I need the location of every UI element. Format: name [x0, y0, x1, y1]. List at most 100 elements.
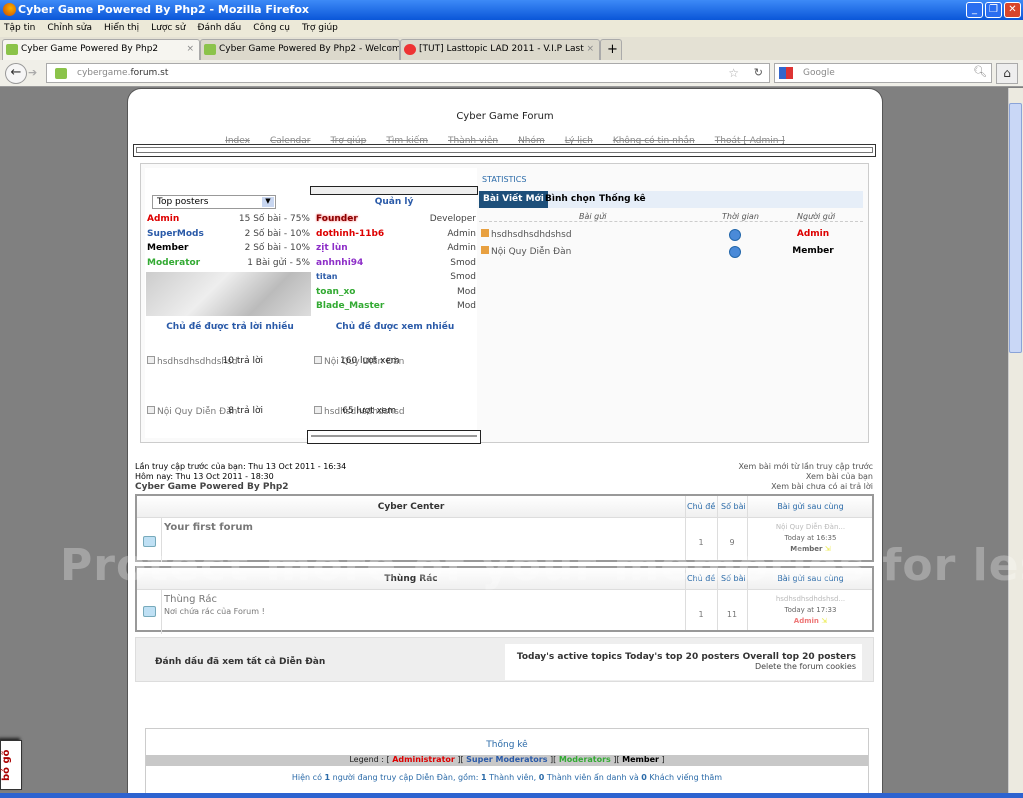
new-tab-button[interactable]: +	[600, 39, 622, 60]
today: Hôm nay: Thu 13 Oct 2011 - 18:30	[135, 472, 274, 481]
bookmark-star-icon[interactable]: ☆	[728, 66, 739, 80]
maximize-button[interactable]: ❐	[985, 2, 1002, 18]
topic-count: 10 trả lời	[222, 356, 263, 366]
back-button[interactable]: ←	[5, 63, 27, 84]
tab-new-posts[interactable]: Bài Viết Mới	[479, 191, 548, 208]
poster-name[interactable]: Admin	[147, 214, 179, 224]
menu-file[interactable]: Tập tin	[4, 23, 35, 33]
close-tab-icon[interactable]: ×	[386, 44, 394, 54]
t: Khách viếng thăm	[646, 773, 723, 782]
search-input[interactable]: Google 🔍︎	[774, 63, 992, 83]
t: Thành viên,	[486, 773, 539, 782]
tab-bar: Cyber Game Powered By Php2 × Cyber Game P…	[0, 37, 1023, 60]
forward-button[interactable]: ➔	[28, 66, 37, 79]
mark-read-link[interactable]: Đánh dấu đã xem tất cả Diễn Đàn	[155, 657, 325, 667]
forum-favicon-icon	[6, 44, 18, 55]
scrollbar-thumb[interactable]	[1009, 103, 1022, 353]
tab-polls[interactable]: Bình chọn	[545, 194, 595, 204]
tab-1[interactable]: Cyber Game Powered By Php2 ×	[2, 39, 200, 60]
pill-favicon-icon	[404, 44, 416, 55]
poster-name[interactable]: Member	[147, 243, 188, 253]
link-unanswered[interactable]: Xem bài chưa có ai trả lời	[640, 482, 873, 492]
close-tab-icon[interactable]: ×	[586, 44, 594, 54]
forum-favicon-icon	[55, 68, 67, 79]
most-replied-title: Chủ đề được trả lời nhiều	[166, 322, 294, 332]
goto-post-icon[interactable]: ⇲	[821, 617, 827, 625]
link-your-posts[interactable]: Xem bài của bạn	[640, 472, 873, 482]
forum-name[interactable]: Thùng Rác	[164, 594, 217, 605]
forum-name[interactable]: Your first forum	[164, 522, 253, 533]
legend-smod[interactable]: Super Moderators	[466, 755, 547, 764]
staff-name[interactable]: titan	[316, 272, 337, 281]
menu-bar: Tập tin Chỉnh sửa Hiển thị Lược sử Đánh dấu C…	[0, 20, 1023, 37]
reload-icon[interactable]: ↻	[754, 66, 763, 79]
nav-bar: ← ➔ cybergame.forum.st ☆ ↻ Google 🔍︎ ⌂	[0, 60, 1023, 87]
staff-name[interactable]: dothinh-11b6	[316, 229, 384, 239]
ime-badge[interactable]: bỏ gõ	[0, 740, 22, 790]
poster-stat: 15 Số bài - 75%	[238, 214, 310, 224]
menu-edit[interactable]: Chỉnh sửa	[47, 23, 92, 33]
menu-help[interactable]: Trợ giúp	[302, 23, 338, 33]
close-tab-icon[interactable]: ×	[186, 44, 194, 54]
staff-name[interactable]: Founder	[316, 214, 358, 224]
firefox-icon	[3, 3, 16, 16]
menu-bookmarks[interactable]: Đánh dấu	[198, 23, 242, 33]
url-bar[interactable]: cybergame.forum.st ☆ ↻	[46, 63, 770, 83]
magnifier-icon[interactable]: 🔍︎	[973, 65, 987, 78]
close-window-button[interactable]: ✕	[1004, 2, 1021, 18]
tab-stats[interactable]: Thống kê	[599, 194, 646, 204]
tab-3[interactable]: [TUT] Lasttopic LAD 2011 - V.I.P Last ×	[400, 39, 600, 60]
legend-mod[interactable]: Moderators	[559, 755, 611, 764]
tab-2[interactable]: Cyber Game Powered By Php2 - Welcom... ×	[200, 39, 400, 60]
staff-role: Smod	[450, 257, 476, 268]
tab-label: Cyber Game Powered By Php2 - Welcom...	[219, 44, 400, 54]
poster-stat: 1 Bài gửi - 5%	[247, 257, 310, 268]
last-post-topic[interactable]: Nội Quy Diễn Đàn...	[749, 523, 872, 531]
staff-name[interactable]: Blade_Master	[316, 301, 384, 311]
google-icon	[779, 67, 793, 79]
last-post-user[interactable]: Admin ⇲	[749, 617, 872, 625]
topic: Nội Quy Diễn Đàn	[491, 247, 572, 257]
col-last-post: Bài gửi sau cùng	[777, 502, 844, 511]
poster-name[interactable]: SuperMods	[147, 229, 204, 239]
topic-count: 8 trả lời	[228, 406, 263, 416]
last-post-time: Today at 17:33	[784, 606, 837, 614]
menu-view[interactable]: Hiển thị	[104, 23, 139, 33]
top-links[interactable]: Today's active topics Today's top 20 pos…	[505, 652, 856, 662]
recent-author[interactable]: Admin	[778, 229, 848, 239]
legend-admin[interactable]: Administrator	[392, 755, 455, 764]
online-info: Hiện có 1 người đang truy cập Diễn Đàn, …	[145, 773, 869, 782]
home-button[interactable]: ⌂	[996, 63, 1018, 84]
legend: Legend : [ Administrator ][ Super Modera…	[146, 755, 868, 766]
staff-name[interactable]: toan_xo	[316, 287, 355, 297]
legend-member[interactable]: Member	[622, 755, 659, 764]
site-name: Cyber Game Powered By Php2	[135, 482, 289, 492]
clock-icon[interactable]	[729, 229, 741, 241]
menu-tools[interactable]: Công cụ	[253, 23, 290, 33]
clock-icon[interactable]	[729, 246, 741, 258]
recent-topic-link[interactable]: hsdhsdhsdhdshsd	[481, 229, 572, 240]
recent-author[interactable]: Member	[778, 246, 848, 256]
tab-label: Cyber Game Powered By Php2	[21, 44, 159, 54]
menu-history[interactable]: Lược sử	[151, 23, 185, 33]
col-time: Thời gian	[722, 212, 759, 221]
link-new-posts[interactable]: Xem bài mới từ lần truy cập trước	[640, 462, 873, 472]
topic-icon	[314, 356, 322, 364]
stats-tabbar: Bài Viết Mới Bình chọn Thống kê	[479, 191, 863, 208]
top-links-box: Today's active topics Today's top 20 pos…	[505, 644, 862, 680]
stats-box-title: Thống kê	[486, 740, 528, 750]
minimize-button[interactable]: _	[966, 2, 983, 18]
topic-icon	[147, 406, 155, 414]
top-posters-select[interactable]: Top posters ▼	[152, 195, 276, 209]
recent-topic-link[interactable]: Nội Quy Diễn Đàn	[481, 246, 571, 257]
last-post-topic[interactable]: hsdhsdhsdhdshsd...	[749, 595, 872, 603]
legend-label: Legend :	[349, 755, 384, 764]
staff-name[interactable]: zịt lùn	[316, 243, 348, 253]
widget-divider	[307, 430, 481, 444]
delete-cookies-link[interactable]: Delete the forum cookies	[505, 662, 856, 671]
category-title[interactable]: Cyber Center	[137, 502, 685, 512]
staff-name[interactable]: anhnhi94	[316, 258, 363, 268]
staff-role: Admin	[447, 228, 476, 239]
post-count: 11	[726, 610, 738, 619]
poster-name[interactable]: Moderator	[147, 258, 200, 268]
